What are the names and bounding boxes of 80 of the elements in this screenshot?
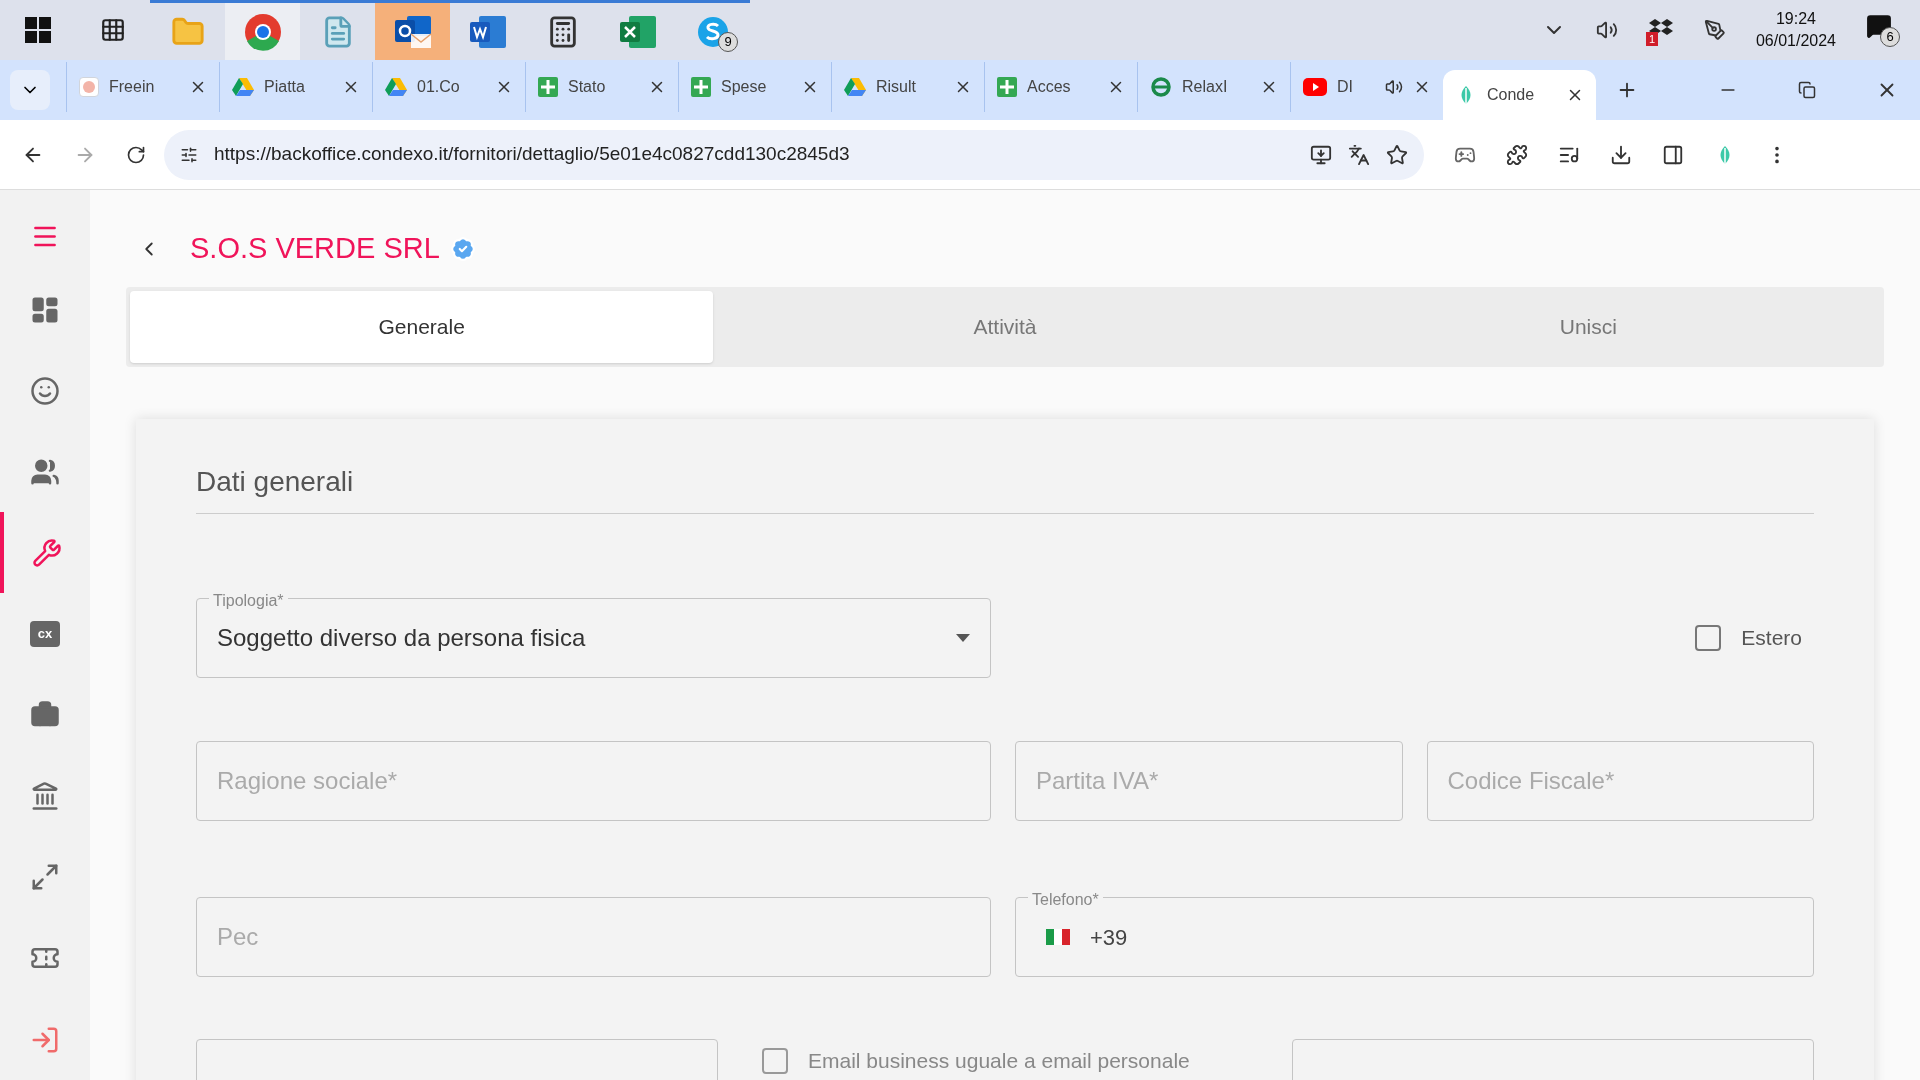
tab-title: RelaxI <box>1182 77 1228 97</box>
browser-tab[interactable]: Stato <box>525 62 678 112</box>
browser-tab[interactable]: 01.Co <box>372 62 525 112</box>
bookmark-star-icon[interactable] <box>1386 143 1408 166</box>
windows-icon[interactable] <box>24 17 51 43</box>
browser-tab[interactable]: RelaxI <box>1137 62 1290 112</box>
sheet-icon <box>538 77 558 97</box>
face-icon <box>30 375 60 406</box>
audio-icon[interactable] <box>1385 78 1403 96</box>
restore-icon[interactable] <box>1798 81 1816 99</box>
task-view-icon[interactable] <box>99 17 126 43</box>
pec-input[interactable]: Pec <box>217 919 970 955</box>
expand-arrows-icon <box>30 862 60 893</box>
volume-icon[interactable] <box>1595 19 1618 41</box>
ragione-sociale-input[interactable]: Ragione sociale* <box>217 763 970 799</box>
sidebar-item[interactable]: cx <box>0 593 90 675</box>
browser-icon[interactable] <box>243 12 282 51</box>
url-text: https://backoffice.condexo.it/fornitori/dettaglio/5e01e4c0827cdd130c2845d3 <box>214 142 851 167</box>
taskbar-app[interactable] <box>375 0 450 60</box>
ragione-sociale-field[interactable]: Ragione sociale* <box>196 741 991 821</box>
tab-title: Freein <box>109 77 155 97</box>
app-icon <box>79 77 99 97</box>
browser-tab[interactable]: Freein <box>66 62 219 112</box>
select-value: Soggetto diverso da persona fisica <box>217 623 586 653</box>
page-tab[interactable]: Attività <box>713 291 1297 363</box>
partita-iva-field[interactable]: Partita IVA* <box>1015 741 1403 821</box>
pen-icon[interactable] <box>1703 19 1726 41</box>
sheet-icon <box>691 77 711 97</box>
browser-tab[interactable]: Piatta <box>219 62 372 112</box>
sheet-icon <box>997 77 1017 97</box>
cx-case-icon: cx <box>30 620 60 647</box>
drive-icon <box>232 77 254 97</box>
tab-title: Stato <box>568 77 606 97</box>
tab-title: 01.Co <box>417 77 460 97</box>
word-icon[interactable] <box>468 14 507 49</box>
drive-icon <box>844 77 866 97</box>
count-badge: 9 <box>718 32 738 52</box>
clock-date: 06/01/2024 <box>1755 31 1836 51</box>
translate-icon[interactable] <box>1348 143 1370 166</box>
tab-title: Spese <box>721 77 767 97</box>
play-icon <box>1303 78 1327 96</box>
side-panel-icon[interactable] <box>1662 143 1684 166</box>
count-badge: 6 <box>1880 27 1900 47</box>
tab-title: Risult <box>876 77 916 97</box>
tab-title: Acces <box>1027 77 1071 97</box>
site-settings-icon[interactable] <box>180 145 198 164</box>
wrench-icon <box>32 537 62 568</box>
install-icon[interactable] <box>1310 143 1332 166</box>
tab-title: Conde <box>1487 85 1535 105</box>
dropdown-caret-icon <box>956 634 970 642</box>
partita-iva-input[interactable]: Partita IVA* <box>1036 763 1382 799</box>
phone-prefix: +39 <box>1090 923 1128 952</box>
codice-fiscale-field[interactable]: Codice Fiscale* <box>1426 741 1814 821</box>
count-badge: 1 <box>1645 32 1659 46</box>
page-tab[interactable]: Unisci <box>1296 291 1880 363</box>
download-icon[interactable] <box>1610 143 1632 166</box>
mail-icon[interactable] <box>392 13 433 50</box>
puzzle-icon[interactable] <box>1506 143 1528 166</box>
section-title: Dati generali <box>196 466 354 497</box>
browser-tab[interactable]: Risult <box>831 62 984 112</box>
codice-fiscale-input[interactable]: Codice Fiscale* <box>1447 763 1793 799</box>
browser-tab[interactable]: Spese <box>678 62 831 112</box>
bank-icon <box>30 781 60 812</box>
estero-checkbox[interactable]: Estero <box>1695 622 1814 654</box>
clock-time: 19:24 <box>1775 9 1816 29</box>
reload-icon[interactable] <box>126 144 146 165</box>
browser-tab[interactable]: Acces <box>984 62 1137 112</box>
chat-app-icon[interactable] <box>696 15 729 48</box>
tab-title: DI <box>1337 77 1353 97</box>
browser-tab[interactable]: Conde <box>1443 70 1596 120</box>
spreadsheet-icon[interactable] <box>618 14 657 49</box>
page-tab[interactable]: Generale <box>130 291 714 363</box>
italy-flag-icon[interactable] <box>1046 929 1070 945</box>
browser-tab[interactable]: DI <box>1290 62 1443 112</box>
page-title: S.O.S VERDE SRL <box>190 230 440 266</box>
ring-logo-icon <box>1150 76 1172 98</box>
pec-field[interactable]: Pec <box>196 897 991 977</box>
address-bar[interactable]: https://backoffice.condexo.it/fornitori/dettaglio/5e01e4c0827cdd130c2845d3 <box>164 129 1424 180</box>
drive-icon <box>385 77 407 97</box>
tab-title: Piatta <box>264 77 305 97</box>
